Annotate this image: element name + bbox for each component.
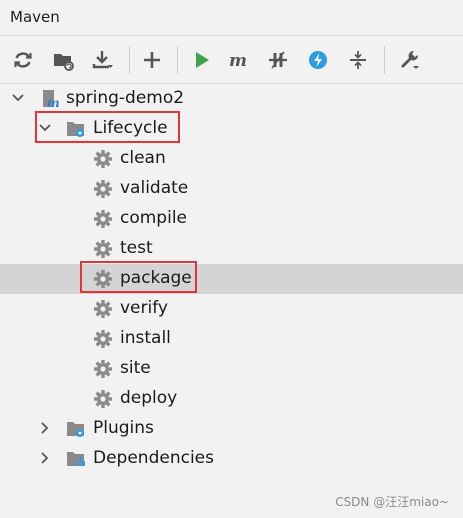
gear-icon <box>94 150 112 168</box>
plugins-folder-icon <box>67 422 84 437</box>
goal-label: site <box>120 358 151 378</box>
chevron-right-icon <box>41 422 49 434</box>
package-highlight-box <box>80 261 197 293</box>
dependencies-label: Dependencies <box>93 448 214 468</box>
goal-label: install <box>120 328 171 348</box>
maven-m-icon: m <box>229 51 247 71</box>
gear-icon <box>94 330 112 348</box>
generate-sources-icon <box>54 54 74 71</box>
run-maven-build-button[interactable] <box>190 48 214 72</box>
skip-tests-icon <box>309 51 327 69</box>
goal-label: compile <box>120 208 188 228</box>
run-icon <box>196 52 209 68</box>
lifecycle-goal-compile[interactable]: compile <box>0 204 463 234</box>
lifecycle-goal-deploy[interactable]: deploy <box>0 384 463 414</box>
goal-label: validate <box>120 178 189 198</box>
maven-settings-button[interactable] <box>397 48 421 72</box>
goal-label: deploy <box>120 388 178 408</box>
panel-header: Maven <box>0 0 463 36</box>
watermark: CSDN @汪汪miao~ <box>335 495 449 509</box>
wrench-icon <box>401 50 419 69</box>
gear-icon <box>94 300 112 318</box>
svg-text:m: m <box>229 51 247 71</box>
toggle-offline-button[interactable] <box>266 48 290 72</box>
lifecycle-goal-verify[interactable]: verify <box>0 294 463 324</box>
project-node[interactable]: m spring-demo2 <box>0 84 463 114</box>
gear-icon <box>94 210 112 228</box>
goal-label: test <box>120 238 153 258</box>
toggle-offline-icon <box>269 51 287 69</box>
goal-label: clean <box>120 148 166 168</box>
plugins-label: Plugins <box>93 418 154 438</box>
chevron-right-icon <box>41 452 49 464</box>
panel-title: Maven <box>10 8 60 26</box>
download-icon <box>92 51 113 69</box>
svg-text:m: m <box>47 96 60 109</box>
lifecycle-goal-validate[interactable]: validate <box>0 174 463 204</box>
gear-icon <box>94 180 112 198</box>
execute-maven-goal-button[interactable]: m <box>227 48 251 72</box>
plugins-node[interactable]: Plugins <box>0 414 463 444</box>
lifecycle-goal-clean[interactable]: clean <box>0 144 463 174</box>
lifecycle-goal-install[interactable]: install <box>0 324 463 354</box>
gear-icon <box>94 360 112 378</box>
download-sources-button[interactable] <box>91 48 115 72</box>
lifecycle-goal-package[interactable]: package <box>0 264 463 294</box>
gear-icon <box>94 390 112 408</box>
dependencies-folder-icon <box>67 452 85 466</box>
dependencies-node[interactable]: Dependencies <box>0 444 463 474</box>
lifecycle-goal-site[interactable]: site <box>0 354 463 384</box>
maven-project-icon: m <box>43 90 60 109</box>
maven-toolbar: m <box>0 36 463 84</box>
collapse-all-button[interactable] <box>346 48 370 72</box>
lifecycle-highlight-box <box>35 111 180 143</box>
reload-icon <box>14 52 32 68</box>
lifecycle-goal-test[interactable]: test <box>0 234 463 264</box>
goal-label: verify <box>120 298 168 318</box>
plus-icon <box>144 52 160 68</box>
reload-projects-button[interactable] <box>11 48 35 72</box>
gear-icon <box>94 240 112 258</box>
generate-sources-button[interactable] <box>51 48 75 72</box>
add-maven-project-button[interactable] <box>140 48 164 72</box>
chevron-down-icon <box>12 94 24 102</box>
project-name: spring-demo2 <box>66 88 185 108</box>
maven-tree: m spring-demo2 Lifecycle clean validate co… <box>0 84 463 518</box>
collapse-all-icon <box>350 51 366 69</box>
skip-tests-button[interactable] <box>306 48 330 72</box>
